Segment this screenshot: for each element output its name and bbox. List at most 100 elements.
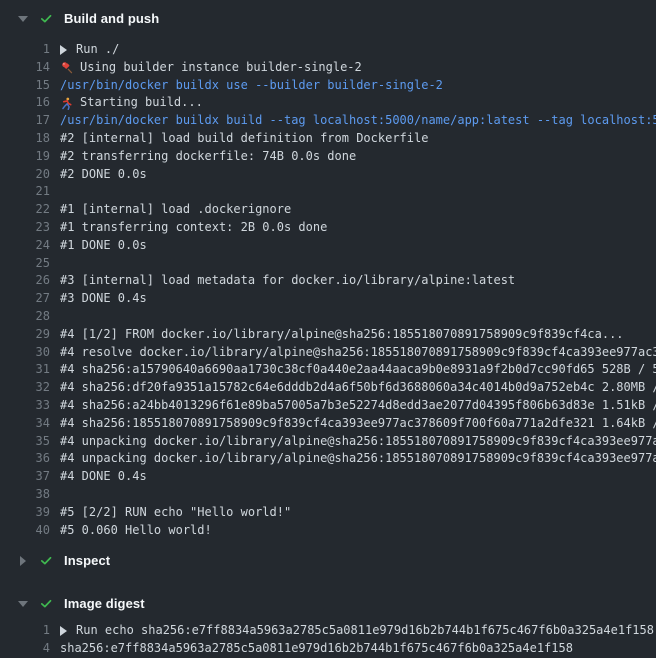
- line-content: #4 unpacking docker.io/library/alpine@sh…: [60, 433, 656, 451]
- line-number[interactable]: 1: [0, 41, 50, 59]
- line-number[interactable]: 39: [0, 504, 50, 522]
- line-text: #1 [internal] load .dockerignore: [60, 201, 291, 219]
- line-text: #2 [internal] load build definition from…: [60, 130, 428, 148]
- pushpin-icon: [60, 61, 73, 74]
- log-line: 25: [0, 255, 656, 273]
- line-number[interactable]: 34: [0, 415, 50, 433]
- line-number[interactable]: 30: [0, 344, 50, 362]
- line-number[interactable]: 28: [0, 308, 50, 326]
- line-number[interactable]: 40: [0, 522, 50, 540]
- line-content: #2 transferring dockerfile: 74B 0.0s don…: [60, 148, 656, 166]
- line-text: Using builder instance builder-single-2: [80, 59, 362, 77]
- line-number[interactable]: 31: [0, 361, 50, 379]
- line-text: #4 DONE 0.4s: [60, 468, 147, 486]
- section-header[interactable]: Inspect: [0, 547, 656, 574]
- line-content: #4 sha256:df20fa9351a15782c64e6dddb2d4a6…: [60, 379, 656, 397]
- log-line-group[interactable]: 1 Run ./: [0, 41, 656, 59]
- section-header[interactable]: Image digest: [0, 590, 656, 617]
- section-title: Image digest: [64, 596, 145, 611]
- line-number[interactable]: 22: [0, 201, 50, 219]
- log-line: 21: [0, 183, 656, 201]
- line-content: #3 DONE 0.4s: [60, 290, 656, 308]
- check-icon: [36, 597, 56, 611]
- expander-icon[interactable]: [60, 45, 67, 55]
- log-line: 20 #2 DONE 0.0s: [0, 166, 656, 184]
- chevron-right-icon[interactable]: [12, 556, 34, 566]
- line-text: #1 DONE 0.0s: [60, 237, 147, 255]
- runner-icon: [60, 97, 73, 110]
- line-content: Run ./: [60, 41, 656, 59]
- log-line: 27 #3 DONE 0.4s: [0, 290, 656, 308]
- line-number[interactable]: 35: [0, 433, 50, 451]
- line-text: sha256:e7ff8834a5963a2785c5a0811e979d16b…: [60, 640, 573, 658]
- log-line: 39 #5 [2/2] RUN echo "Hello world!": [0, 504, 656, 522]
- log-section-image-digest: Image digest 1 Run echo sha256:e7ff8834a…: [0, 590, 656, 658]
- expander-icon[interactable]: [60, 626, 67, 636]
- line-text: Starting build...: [80, 94, 203, 112]
- line-number[interactable]: 33: [0, 397, 50, 415]
- line-number[interactable]: 25: [0, 255, 50, 273]
- line-number[interactable]: 27: [0, 290, 50, 308]
- line-content: Run echo sha256:e7ff8834a5963a2785c5a081…: [60, 622, 656, 640]
- log-line: 19 #2 transferring dockerfile: 74B 0.0s …: [0, 148, 656, 166]
- line-content: #4 sha256:185518070891758909c9f839cf4ca3…: [60, 415, 656, 433]
- line-text: #4 sha256:185518070891758909c9f839cf4ca3…: [60, 415, 656, 433]
- line-text: /usr/bin/docker buildx build --tag local…: [60, 112, 656, 130]
- log-line: 18 #2 [internal] load build definition f…: [0, 130, 656, 148]
- line-text: #3 DONE 0.4s: [60, 290, 147, 308]
- log-line: 34 #4 sha256:185518070891758909c9f839cf4…: [0, 415, 656, 433]
- line-content: Using builder instance builder-single-2: [60, 59, 656, 77]
- line-content: #2 [internal] load build definition from…: [60, 130, 656, 148]
- log-line: 38: [0, 486, 656, 504]
- log-line: 32 #4 sha256:df20fa9351a15782c64e6dddb2d…: [0, 379, 656, 397]
- line-number[interactable]: 37: [0, 468, 50, 486]
- log-line: 36 #4 unpacking docker.io/library/alpine…: [0, 450, 656, 468]
- line-content: #5 0.060 Hello world!: [60, 522, 656, 540]
- log-line: 29 #4 [1/2] FROM docker.io/library/alpin…: [0, 326, 656, 344]
- line-number[interactable]: 1: [0, 622, 50, 640]
- line-number[interactable]: 17: [0, 112, 50, 130]
- log-line: 35 #4 unpacking docker.io/library/alpine…: [0, 433, 656, 451]
- line-number[interactable]: 19: [0, 148, 50, 166]
- line-content: #4 sha256:a15790640a6690aa1730c38cf0a440…: [60, 361, 656, 379]
- line-number[interactable]: 32: [0, 379, 50, 397]
- log-line: 16 Starting build...: [0, 94, 656, 112]
- line-content: Starting build...: [60, 94, 656, 112]
- line-number[interactable]: 38: [0, 486, 50, 504]
- line-number[interactable]: 4: [0, 640, 50, 658]
- line-number[interactable]: 20: [0, 166, 50, 184]
- line-content: #4 DONE 0.4s: [60, 468, 656, 486]
- line-content: #4 [1/2] FROM docker.io/library/alpine@s…: [60, 326, 656, 344]
- line-number[interactable]: 21: [0, 183, 50, 201]
- log-line: 24 #1 DONE 0.0s: [0, 237, 656, 255]
- log-line: 28: [0, 308, 656, 326]
- log-line: 40 #5 0.060 Hello world!: [0, 522, 656, 540]
- line-content: #4 unpacking docker.io/library/alpine@sh…: [60, 450, 656, 468]
- log-line: 14 Using builder instance builder-single…: [0, 59, 656, 77]
- chevron-down-icon[interactable]: [12, 601, 34, 607]
- line-content: /usr/bin/docker buildx use --builder bui…: [60, 77, 656, 95]
- line-number[interactable]: 24: [0, 237, 50, 255]
- section-log-lines: 1 Run echo sha256:e7ff8834a5963a2785c5a0…: [0, 622, 656, 658]
- log-line: 33 #4 sha256:a24bb4013296f61e89ba57005a7…: [0, 397, 656, 415]
- chevron-down-icon[interactable]: [12, 16, 34, 22]
- line-number[interactable]: 26: [0, 272, 50, 290]
- log-section-build-and-push: Build and push 1 Run ./ 14 Using builder…: [0, 5, 656, 539]
- line-text: #4 sha256:a15790640a6690aa1730c38cf0a440…: [60, 361, 656, 379]
- line-number[interactable]: 36: [0, 450, 50, 468]
- line-number[interactable]: 23: [0, 219, 50, 237]
- log-line: 26 #3 [internal] load metadata for docke…: [0, 272, 656, 290]
- line-number[interactable]: 29: [0, 326, 50, 344]
- line-number[interactable]: 14: [0, 59, 50, 77]
- log-line: 30 #4 resolve docker.io/library/alpine@s…: [0, 344, 656, 362]
- log-line-group[interactable]: 1 Run echo sha256:e7ff8834a5963a2785c5a0…: [0, 622, 656, 640]
- line-content: #1 transferring context: 2B 0.0s done: [60, 219, 656, 237]
- log-line: 17 /usr/bin/docker buildx build --tag lo…: [0, 112, 656, 130]
- log-line: 31 #4 sha256:a15790640a6690aa1730c38cf0a…: [0, 361, 656, 379]
- line-content: #3 [internal] load metadata for docker.i…: [60, 272, 656, 290]
- line-number[interactable]: 18: [0, 130, 50, 148]
- section-header[interactable]: Build and push: [0, 5, 656, 32]
- line-text: #4 unpacking docker.io/library/alpine@sh…: [60, 450, 656, 468]
- line-number[interactable]: 15: [0, 77, 50, 95]
- line-number[interactable]: 16: [0, 94, 50, 112]
